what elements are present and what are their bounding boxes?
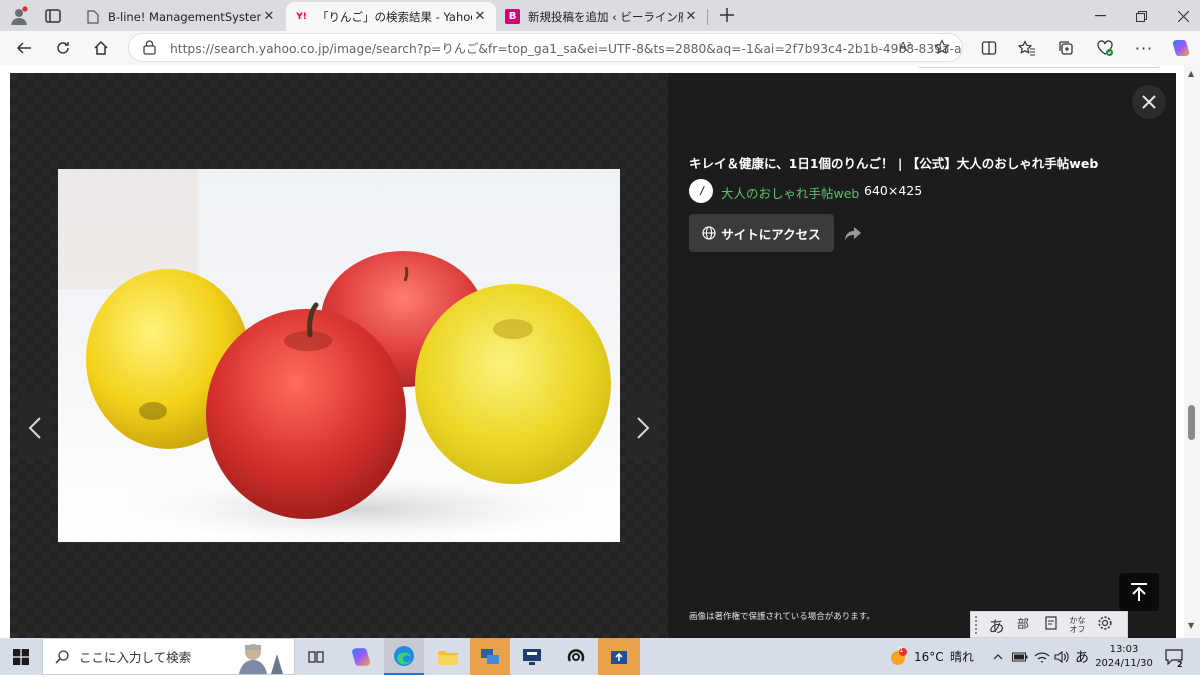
image-dimensions: 640×425 <box>864 183 923 198</box>
close-tab-icon[interactable]: ✕ <box>472 9 488 24</box>
tab-bline[interactable]: B-line! ManagementSystem ✕ <box>77 2 285 31</box>
back-icon[interactable] <box>10 34 38 62</box>
copyright-note: 画像は著作権で保護されている場合があります。 <box>689 612 875 622</box>
upload-app-taskbar-icon[interactable] <box>598 638 640 675</box>
scroll-down-icon[interactable]: ▼ <box>1188 621 1194 630</box>
preview-image[interactable] <box>58 169 620 542</box>
split-screen-icon[interactable] <box>975 34 1003 62</box>
sync-app-taskbar-icon[interactable] <box>556 638 596 675</box>
scroll-up-icon[interactable]: ▲ <box>1188 69 1194 78</box>
ime-dictionary-icon[interactable] <box>1037 615 1064 635</box>
restore-icon[interactable] <box>1131 8 1151 24</box>
search-highlight-illustration-icon <box>231 641 291 674</box>
windows-taskbar: ここに入力して検索 1 16°C 晴れ あ 13:03 2024/11/30 2 <box>0 638 1200 675</box>
weather-icon[interactable]: 1 <box>885 638 911 675</box>
arrow-up-icon <box>1131 583 1147 601</box>
close-tab-icon[interactable]: ✕ <box>261 9 277 24</box>
home-icon[interactable] <box>87 34 115 62</box>
lock-icon[interactable] <box>143 40 156 58</box>
yahoo-favicon-icon: Y! <box>296 11 307 22</box>
image-detail-panel: キレイ＆健康に、1日1個のりんご！ | 【公式】大人のおしゃれ手帖web 𝐼 大… <box>668 73 1176 638</box>
page-scrollbar[interactable]: ▲ ▼ <box>1184 65 1200 638</box>
ime-settings-gear-icon[interactable] <box>1091 615 1118 635</box>
copilot-icon[interactable] <box>1167 34 1195 62</box>
close-window-icon[interactable] <box>1173 8 1193 24</box>
edge-taskbar-icon[interactable] <box>384 638 424 675</box>
chevron-right-icon <box>637 417 650 439</box>
tab-title: B-line! ManagementSystem <box>108 9 261 24</box>
windows-start-icon[interactable] <box>0 638 42 675</box>
image-viewer-stage <box>10 73 668 638</box>
clock-date: 2024/11/30 <box>1095 657 1153 669</box>
scroll-to-top-button[interactable] <box>1119 573 1159 611</box>
ime-toolbar: あ 部 かな オフ <box>970 611 1128 638</box>
weather-description[interactable]: 晴れ <box>950 638 974 675</box>
clock[interactable]: 13:03 2024/11/30 <box>1095 638 1153 675</box>
volume-icon[interactable] <box>1053 638 1071 675</box>
settings-more-icon[interactable]: ··· <box>1130 34 1158 62</box>
address-bar[interactable]: https://search.yahoo.co.jp/image/search?… <box>128 33 963 62</box>
task-view-icon[interactable] <box>302 638 330 675</box>
favorite-star-icon[interactable] <box>934 39 950 58</box>
tab-strip: B-line! ManagementSystem ✕ Y! 「りんご」の検索結果… <box>0 0 1200 31</box>
remote-app-taskbar-icon[interactable] <box>470 638 510 675</box>
copilot-taskbar-icon[interactable] <box>343 638 379 675</box>
scrollbar-thumb[interactable] <box>1188 405 1195 440</box>
taskbar-search-box[interactable]: ここに入力して検索 <box>42 638 295 675</box>
search-icon <box>55 649 69 664</box>
source-link[interactable]: 大人のおしゃれ手帖web <box>721 183 859 202</box>
tab-actions-icon[interactable] <box>44 7 62 25</box>
page-search-box-edge <box>918 65 1160 68</box>
close-icon <box>1142 95 1156 109</box>
weather-temperature[interactable]: 16°C <box>914 638 944 675</box>
bline-favicon-icon: B <box>505 9 520 24</box>
show-hidden-icons-chevron-up-icon[interactable] <box>990 638 1006 675</box>
tab-title: 「りんご」の検索結果 - Yahoo!検索（ <box>317 9 472 24</box>
source-avatar[interactable]: 𝐼 <box>689 179 713 203</box>
next-image-button[interactable] <box>626 395 660 461</box>
navigation-bar: https://search.yahoo.co.jp/image/search?… <box>0 31 1200 65</box>
monitor-app-taskbar-icon[interactable] <box>512 638 552 675</box>
ime-mode-button[interactable]: あ <box>983 613 1010 637</box>
taskbar-search-placeholder: ここに入力して検索 <box>79 650 192 665</box>
weather-badge: 1 <box>899 646 904 654</box>
profile-icon[interactable] <box>8 5 30 27</box>
chevron-left-icon <box>28 417 41 439</box>
minimize-icon[interactable] <box>1090 8 1110 24</box>
notification-center-icon[interactable]: 2 <box>1162 638 1186 675</box>
notification-count: 2 <box>1177 660 1183 669</box>
svg-text:部: 部 <box>1017 616 1029 631</box>
url-text: https://search.yahoo.co.jp/image/search?… <box>170 41 963 56</box>
share-arrow-icon <box>845 227 861 241</box>
image-title[interactable]: キレイ＆健康に、1日1個のりんご！ | 【公式】大人のおしゃれ手帖web <box>689 153 1159 172</box>
tab-new-post[interactable]: B 新規投稿を追加 ‹ ビーライン府中寿司 ✕ <box>497 2 707 31</box>
previous-image-button[interactable] <box>18 395 52 461</box>
tab-title: 新規投稿を追加 ‹ ビーライン府中寿司 <box>528 9 683 24</box>
globe-icon <box>702 226 716 240</box>
favorites-icon[interactable] <box>1013 34 1041 62</box>
network-wifi-icon[interactable] <box>1033 638 1051 675</box>
ime-mode-indicator[interactable]: あ <box>1074 638 1090 675</box>
new-tab-icon[interactable] <box>716 4 738 26</box>
ime-handwriting-icon[interactable]: 部 <box>1010 615 1037 635</box>
read-aloud-icon[interactable]: Aↄ <box>899 40 911 54</box>
tab-yahoo-search[interactable]: Y! 「りんご」の検索結果 - Yahoo!検索（ ✕ <box>286 2 496 31</box>
close-viewer-button[interactable] <box>1132 85 1166 119</box>
collections-icon[interactable] <box>1052 34 1080 62</box>
visit-site-label: サイトにアクセス <box>721 226 821 242</box>
share-button[interactable] <box>842 223 864 245</box>
ime-drag-handle[interactable] <box>975 615 983 634</box>
battery-icon[interactable] <box>1011 638 1029 675</box>
clock-time: 13:03 <box>1109 643 1139 655</box>
ime-kana-toggle[interactable]: かな オフ <box>1064 616 1091 634</box>
file-explorer-icon[interactable] <box>428 638 468 675</box>
visit-site-button[interactable]: サイトにアクセス <box>689 214 834 252</box>
document-icon <box>85 9 100 24</box>
browser-essentials-icon[interactable] <box>1091 34 1119 62</box>
refresh-icon[interactable] <box>49 34 77 62</box>
close-tab-icon[interactable]: ✕ <box>683 9 699 24</box>
tab-separator <box>707 9 708 25</box>
